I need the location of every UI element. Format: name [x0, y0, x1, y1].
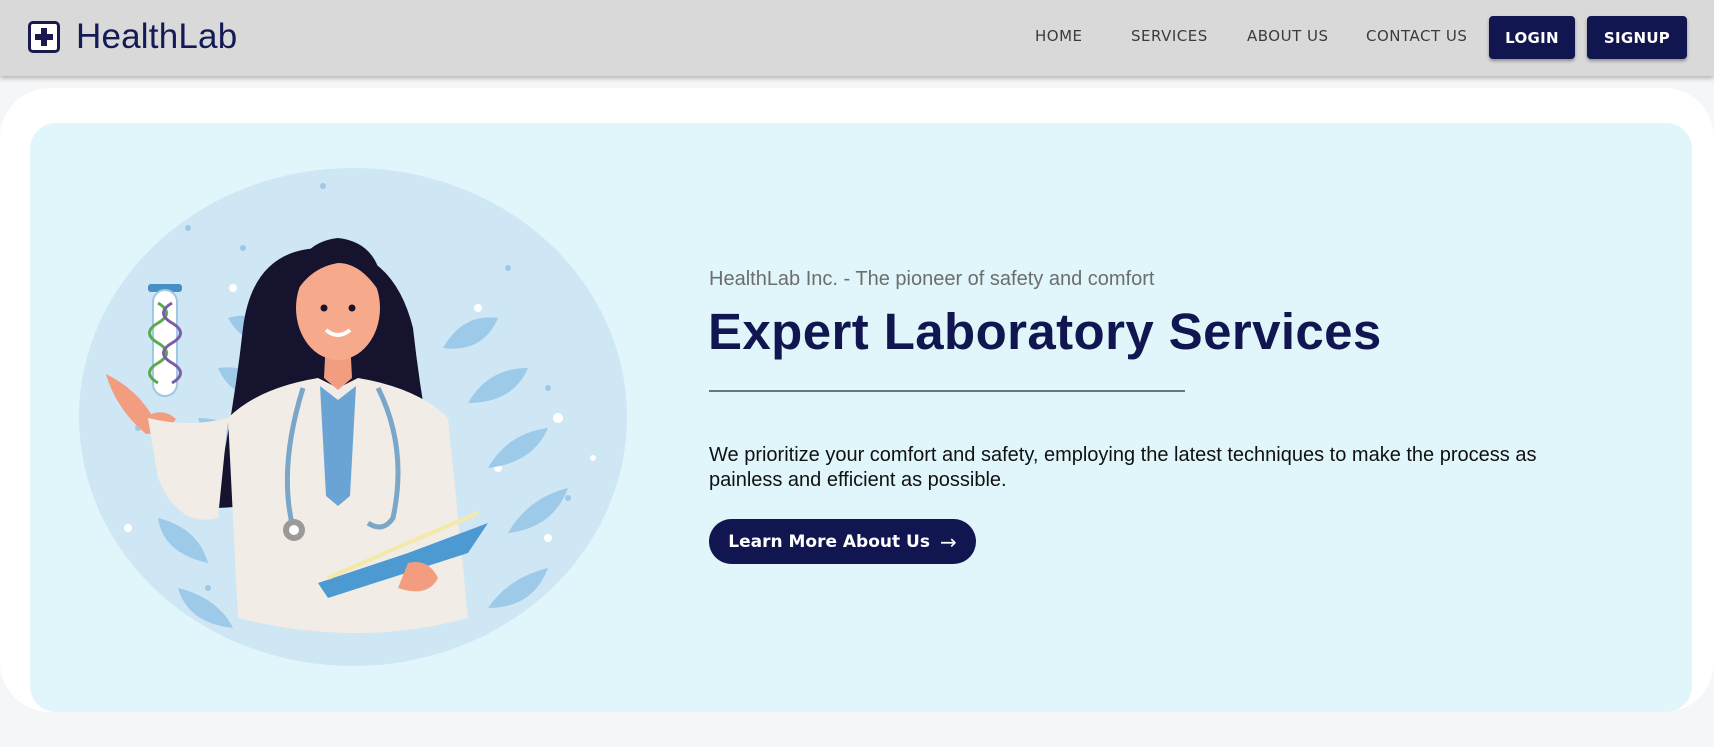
nav-link-contact-us[interactable]: CONTACT US — [1366, 27, 1467, 45]
learn-more-button[interactable]: Learn More About Us → — [709, 519, 976, 564]
navbar: HealthLab HOME SERVICES ABOUT US CONTACT… — [0, 0, 1714, 76]
hero-description: We prioritize your comfort and safety, e… — [709, 444, 1537, 491]
arrow-right-icon: → — [939, 529, 957, 554]
signup-button[interactable]: SIGNUP — [1587, 16, 1687, 59]
hero-title: Expert Laboratory Services — [708, 303, 1382, 360]
doctor-with-test-tube-illustration — [79, 168, 627, 666]
hero-divider — [709, 390, 1185, 392]
test-tube-icon — [148, 284, 182, 397]
hero-tagline: HealthLab Inc. - The pioneer of safety a… — [709, 268, 1155, 290]
nav-link-services[interactable]: SERVICES — [1131, 27, 1208, 45]
nav-link-about-us[interactable]: ABOUT US — [1247, 27, 1329, 45]
nav-link-home[interactable]: HOME — [1035, 27, 1083, 45]
login-button[interactable]: LOGIN — [1489, 16, 1575, 59]
learn-more-label: Learn More About Us — [728, 531, 930, 552]
nav-menu: HOME SERVICES ABOUT US CONTACT US — [0, 0, 1714, 76]
